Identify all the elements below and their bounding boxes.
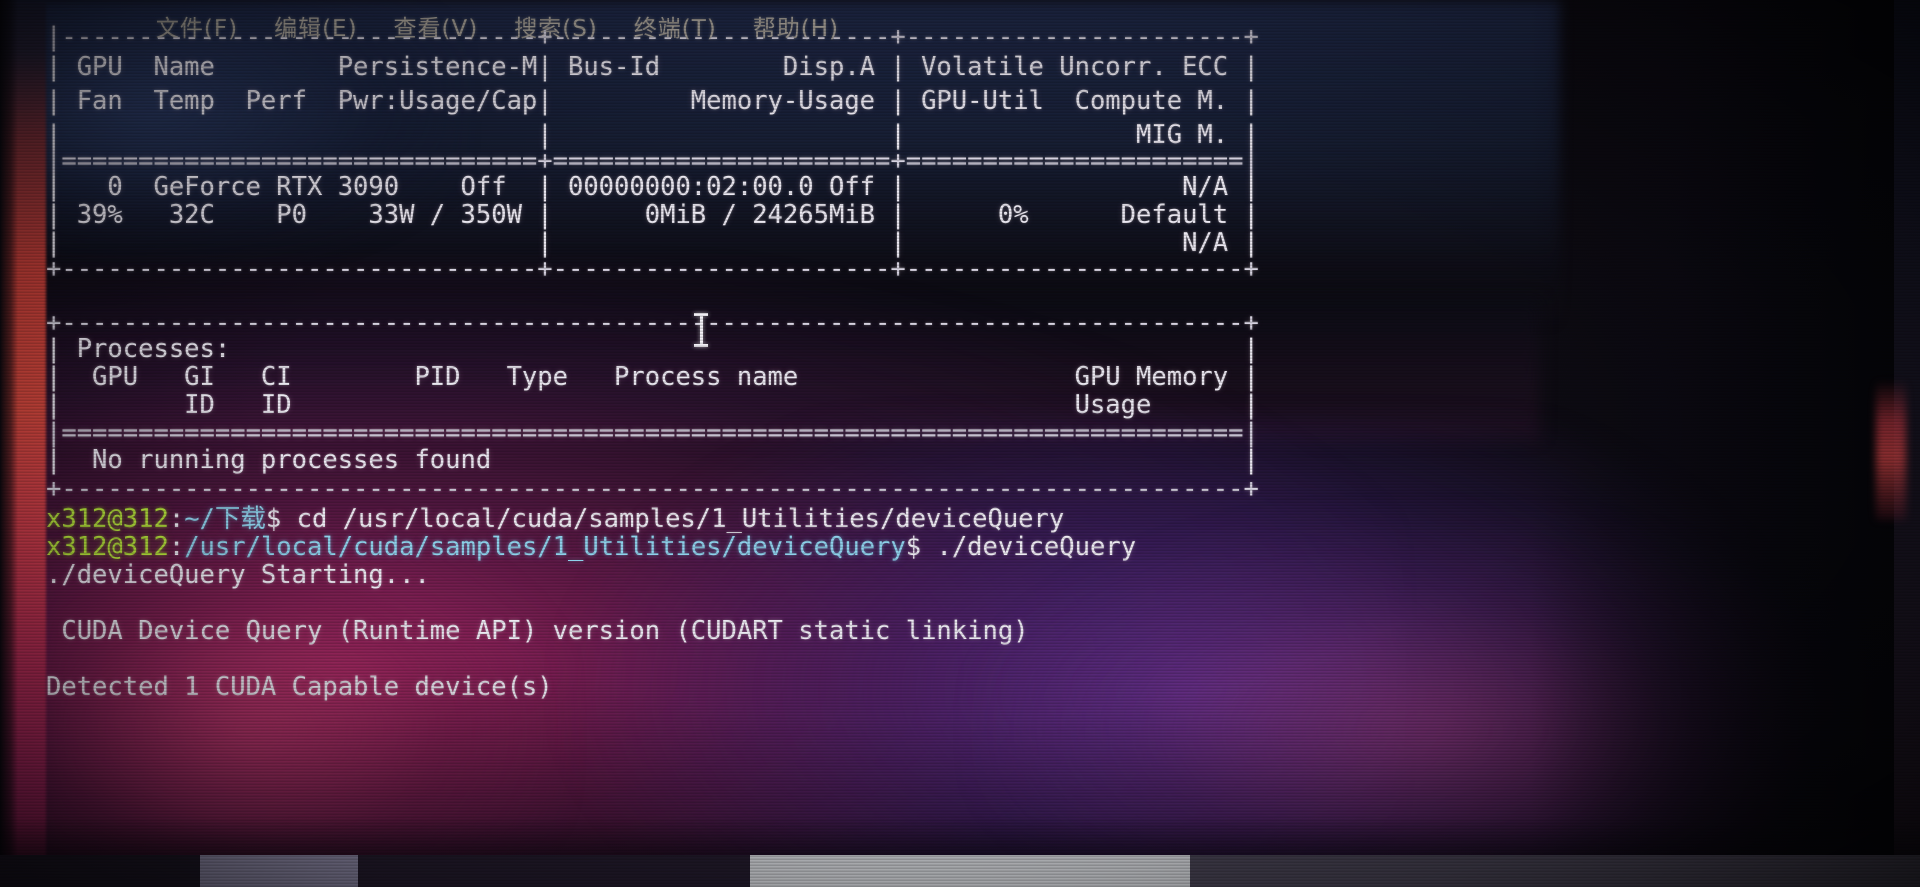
- smi-header-row-2: | Fan Temp Perf Pwr:Usage/Cap| Memory-Us…: [46, 86, 1259, 116]
- photographed-screen: 文件(F) 编辑(E) 查看(V) 搜索(S) 终端(T) 帮助(H) |--------…: [0, 0, 1920, 887]
- smi-header-row-1: | GPU Name Persistence-M| Bus-Id Disp.A …: [46, 52, 1259, 82]
- taskbar-segment-lilac: [200, 855, 358, 887]
- monitor-right-red-flare: [1876, 380, 1906, 520]
- smi-rule-top: |-------------------------------+-------…: [46, 22, 1259, 52]
- prompt-colon-1: :: [168, 504, 185, 534]
- shell-command-2: ./deviceQuery: [921, 532, 1137, 562]
- proc-header-row-2: | ID ID Usage |: [46, 390, 1259, 420]
- shell-command-1: cd /usr/local/cuda/samples/1_Utilities/d…: [281, 504, 1065, 534]
- smi-gpu-row-2: | 39% 32C P0 33W / 350W | 0MiB / 24265Mi…: [46, 200, 1259, 230]
- prompt-user-host-2: x312@312: [46, 532, 169, 562]
- proc-rule-equals: |=======================================…: [46, 418, 1259, 448]
- smi-gpu-row-1: | 0 GeForce RTX 3090 Off | 00000000:02:0…: [46, 172, 1259, 202]
- taskbar-segment-white: [750, 855, 1190, 887]
- output-line-detected-devices: Detected 1 CUDA Capable device(s): [46, 672, 553, 702]
- output-line-cuda-query-version: CUDA Device Query (Runtime API) version …: [46, 616, 1029, 646]
- monitor-left-edge-shadow: [0, 0, 18, 887]
- taskbar-segment-dark-mid: [358, 855, 750, 887]
- prompt-path-1: ~/下载: [184, 504, 266, 534]
- taskbar-segment-grey-right: [1190, 855, 1920, 887]
- monitor-right-edge-shadow: [1530, 0, 1920, 887]
- shell-prompt-line-1: x312@312:~/下载$ cd /usr/local/cuda/sample…: [46, 504, 1546, 534]
- proc-header-row-1: | GPU GI CI PID Type Process name GPU Me…: [46, 362, 1259, 392]
- prompt-dollar-1: $: [265, 504, 282, 534]
- output-line-starting: ./deviceQuery Starting...: [46, 560, 430, 590]
- prompt-user-host-1: x312@312: [46, 504, 169, 534]
- prompt-path-2: /usr/local/cuda/samples/1_Utilities/devi…: [184, 532, 906, 562]
- desktop-taskbar[interactable]: [0, 855, 1920, 887]
- prompt-dollar-2: $: [905, 532, 922, 562]
- proc-title-row: | Processes: |: [46, 334, 1259, 364]
- proc-rule-bottom: +---------------------------------------…: [46, 474, 1259, 504]
- proc-empty-row: | No running processes found |: [46, 445, 1259, 475]
- shell-prompt-line-2: x312@312:/usr/local/cuda/samples/1_Utili…: [46, 532, 1546, 562]
- prompt-colon-2: :: [168, 532, 185, 562]
- taskbar-segment-dark-left: [0, 855, 200, 887]
- smi-rule-bottom: +-------------------------------+-------…: [46, 254, 1259, 284]
- terminal-window[interactable]: 文件(F) 编辑(E) 查看(V) 搜索(S) 终端(T) 帮助(H) |--------…: [46, 0, 1546, 860]
